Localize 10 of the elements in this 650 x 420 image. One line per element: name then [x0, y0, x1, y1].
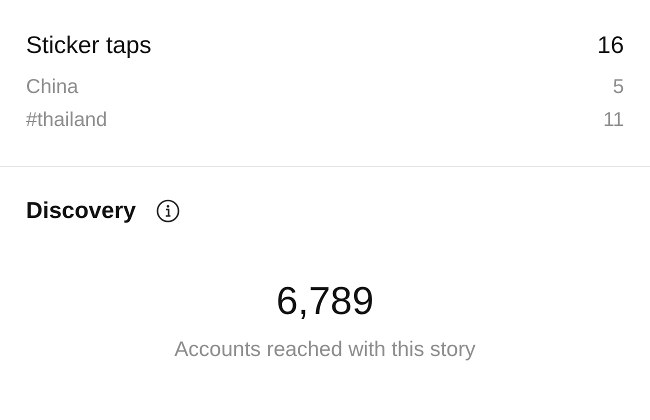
stat-label: Sticker taps	[26, 32, 152, 60]
stat-value: 16	[597, 32, 624, 60]
stat-label: China	[26, 76, 78, 99]
stat-value: 11	[603, 109, 624, 132]
metric-value: 6,789	[276, 280, 374, 324]
stat-label: #thailand	[26, 109, 108, 132]
section-title: Discovery	[26, 197, 136, 224]
info-icon[interactable]	[156, 198, 180, 222]
metric-caption: Accounts reached with this story	[174, 338, 476, 362]
stat-value: 5	[612, 76, 624, 99]
